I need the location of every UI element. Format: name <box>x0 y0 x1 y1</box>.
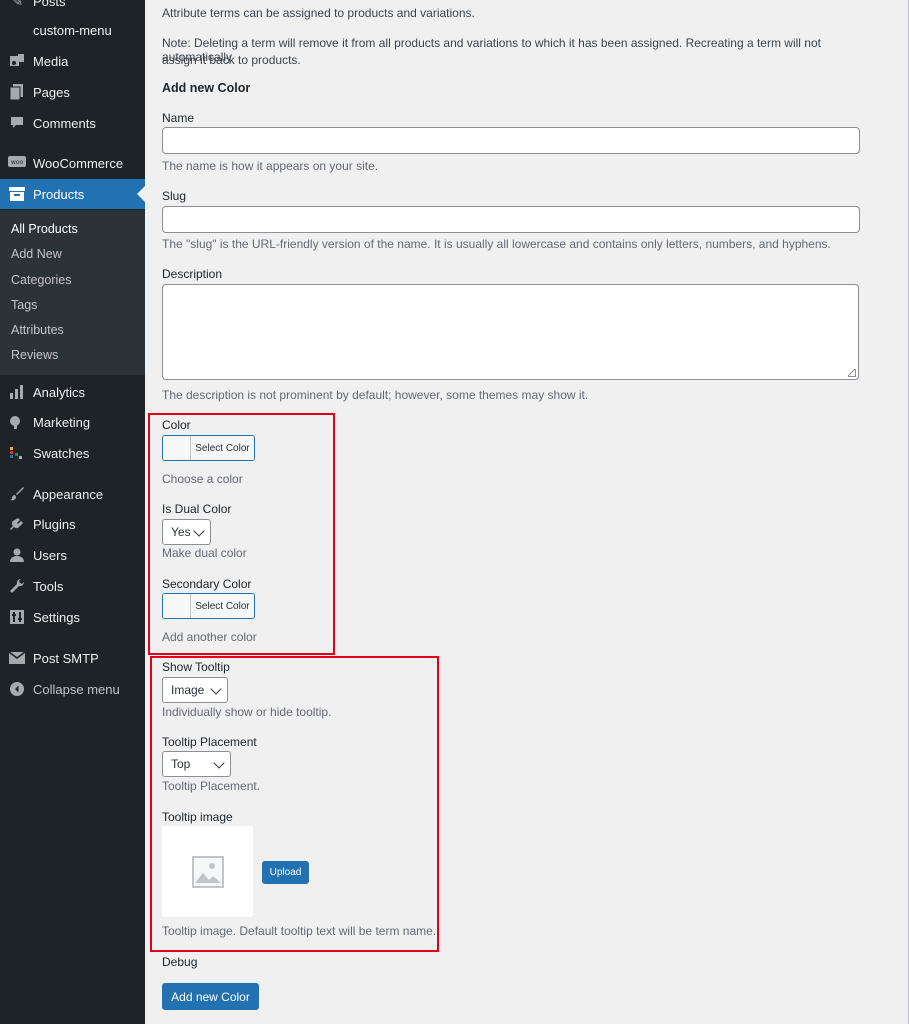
settings-icon <box>8 608 26 626</box>
menu-products[interactable]: Products <box>0 179 145 209</box>
wrench-icon <box>8 577 26 595</box>
user-icon <box>8 546 26 564</box>
svg-text:woo: woo <box>11 159 24 166</box>
form-title: Add new Color <box>162 81 251 95</box>
description-label: Description <box>162 267 223 281</box>
submenu-all-products[interactable]: All Products <box>11 222 78 236</box>
media-icon <box>8 52 26 70</box>
products-icon <box>8 185 26 203</box>
pages-icon <box>8 83 26 101</box>
megaphone-icon <box>8 413 26 431</box>
menu-analytics[interactable]: Analytics <box>0 377 145 407</box>
collapse-menu-button[interactable]: Collapse menu <box>0 674 145 704</box>
menu-appearance[interactable]: Appearance <box>0 479 145 509</box>
swatches-icon <box>8 444 26 462</box>
note-line-2: assign it back to products. <box>162 53 301 67</box>
description-textarea[interactable] <box>162 284 859 380</box>
woocommerce-icon: woo <box>8 154 26 172</box>
menu-posts[interactable]: ✎ Posts <box>0 0 145 16</box>
name-input[interactable] <box>162 127 860 154</box>
menu-swatches[interactable]: Swatches <box>0 438 145 468</box>
name-help: The name is how it appears on your site. <box>162 159 379 173</box>
menu-users[interactable]: Users <box>0 540 145 570</box>
add-new-color-button[interactable]: Add new Color <box>162 983 259 1010</box>
submenu-add-new[interactable]: Add New <box>11 247 62 261</box>
tooltip-fields-highlight <box>150 656 439 952</box>
menu-media[interactable]: Media <box>0 46 145 76</box>
color-fields-highlight <box>148 413 335 655</box>
brush-icon <box>8 485 26 503</box>
name-label: Name <box>162 111 195 125</box>
menu-settings[interactable]: Settings <box>0 602 145 632</box>
description-help: The description is not prominent by defa… <box>162 388 589 402</box>
submenu-categories[interactable]: Categories <box>11 273 71 287</box>
slug-label: Slug <box>162 189 187 203</box>
debug-label: Debug <box>162 955 198 969</box>
submenu-attributes[interactable]: Attributes <box>11 323 64 337</box>
slug-input[interactable] <box>162 206 860 233</box>
menu-pages[interactable]: Pages <box>0 77 145 107</box>
menu-custom-menu[interactable]: custom-menu <box>0 15 145 45</box>
mail-icon <box>8 649 26 667</box>
pin-icon: ✎ <box>10 0 24 10</box>
submenu-reviews[interactable]: Reviews <box>11 348 58 362</box>
menu-tools[interactable]: Tools <box>0 571 145 601</box>
plug-icon <box>8 515 26 533</box>
admin-sidebar: ✎ Posts custom-menu Media Pages Comments… <box>0 0 145 1024</box>
comments-icon <box>8 114 26 132</box>
intro-text: Attribute terms can be assigned to produ… <box>162 6 475 20</box>
menu-comments[interactable]: Comments <box>0 108 145 138</box>
collapse-icon <box>8 680 26 698</box>
menu-post-smtp[interactable]: Post SMTP <box>0 643 145 673</box>
analytics-icon <box>8 383 26 401</box>
menu-woocommerce[interactable]: woo WooCommerce <box>0 148 145 178</box>
submenu-tags[interactable]: Tags <box>11 298 37 312</box>
slug-help: The "slug" is the URL-friendly version o… <box>162 237 831 251</box>
menu-plugins[interactable]: Plugins <box>0 509 145 539</box>
menu-marketing[interactable]: Marketing <box>0 407 145 437</box>
